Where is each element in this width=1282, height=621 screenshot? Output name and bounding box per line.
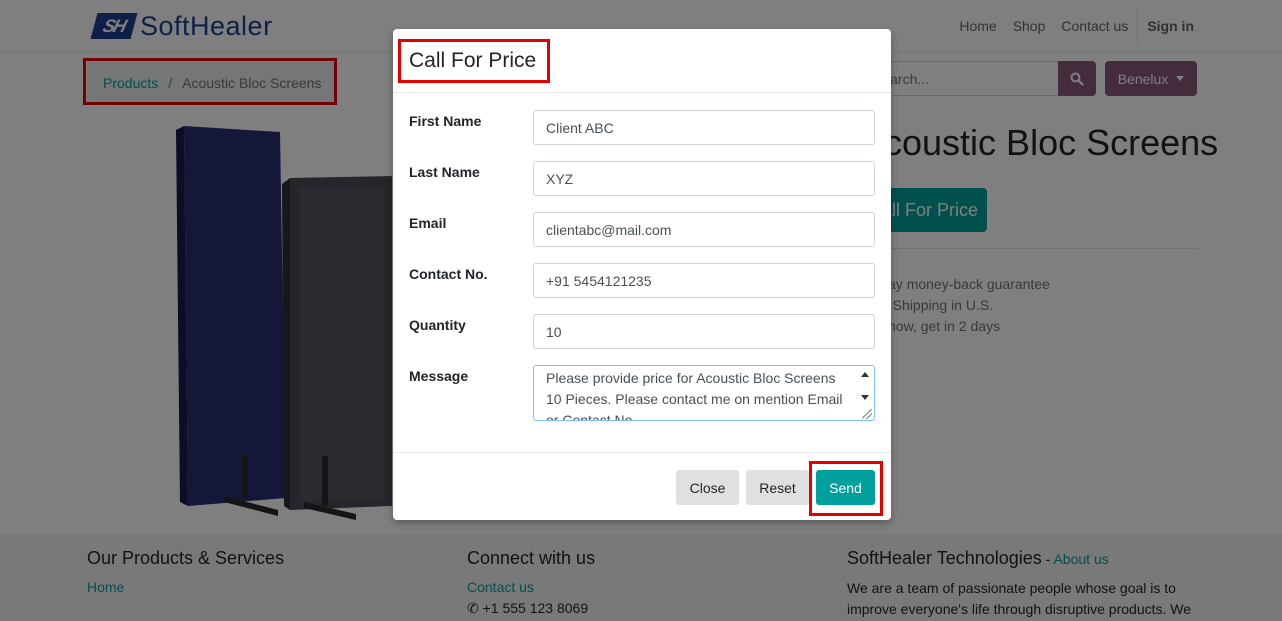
message-row: Message Please provide price for Acousti… [409, 365, 875, 421]
last-name-row: Last Name [409, 161, 875, 197]
modal-footer: Close Reset Send [393, 452, 891, 520]
scroll-up-icon[interactable] [861, 372, 869, 377]
first-name-label: First Name [409, 113, 482, 129]
quantity-label: Quantity [409, 317, 466, 333]
resize-handle-icon[interactable] [862, 409, 872, 419]
contact-field[interactable] [533, 263, 875, 298]
email-row: Email [409, 212, 875, 248]
scroll-down-icon[interactable] [861, 395, 869, 400]
quantity-field[interactable] [533, 314, 875, 349]
call-for-price-modal: Call For Price First Name Last Name Emai… [393, 29, 891, 520]
modal-header: Call For Price [393, 29, 891, 93]
quantity-row: Quantity [409, 314, 875, 350]
first-name-field[interactable] [533, 110, 875, 145]
first-name-row: First Name [409, 110, 875, 146]
title-highlight [398, 39, 550, 83]
contact-label: Contact No. [409, 266, 488, 282]
contact-row: Contact No. [409, 263, 875, 299]
reset-button[interactable]: Reset [746, 470, 809, 505]
message-scrollbar[interactable] [856, 366, 874, 420]
message-label: Message [409, 368, 469, 384]
last-name-field[interactable] [533, 161, 875, 196]
close-button[interactable]: Close [676, 470, 739, 505]
message-field[interactable]: Please provide price for Acoustic Bloc S… [533, 365, 875, 421]
last-name-label: Last Name [409, 164, 480, 180]
send-highlight [809, 461, 883, 516]
email-label: Email [409, 215, 447, 231]
email-field[interactable] [533, 212, 875, 247]
